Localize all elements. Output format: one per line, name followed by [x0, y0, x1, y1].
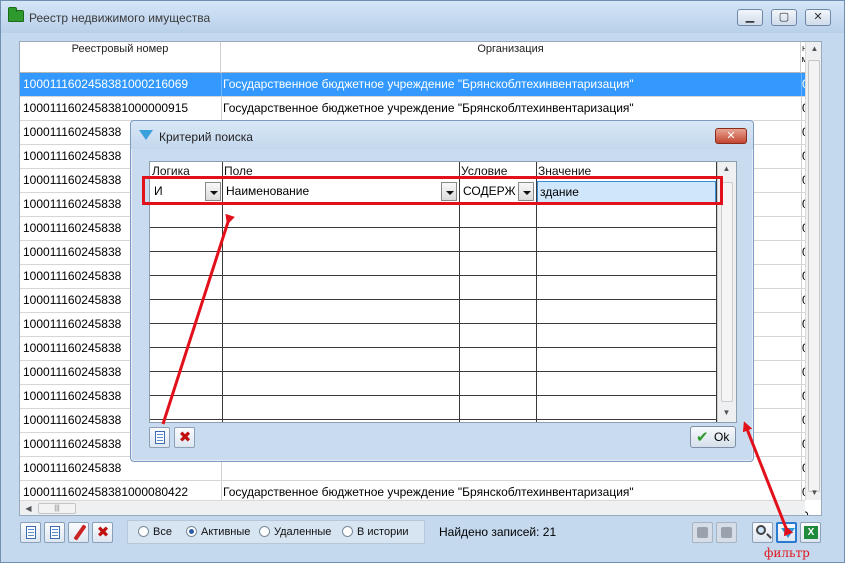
remove-criterion-button[interactable]: ✖	[174, 427, 195, 448]
maximize-button[interactable]: ▢	[771, 9, 797, 26]
cell-organization: Государственное бюджетное учреждение "Бр…	[223, 77, 634, 91]
scroll-up-icon[interactable]: ▲	[806, 44, 821, 53]
vertical-scrollbar[interactable]: ▲ ▼	[805, 42, 821, 500]
edit-record-button[interactable]	[68, 522, 89, 543]
funnel-icon	[781, 528, 795, 538]
excel-icon: X	[804, 526, 818, 539]
column-divider	[801, 73, 802, 96]
criteria-row[interactable]	[150, 276, 717, 300]
criteria-row[interactable]	[150, 372, 717, 396]
copy-record-button[interactable]	[44, 522, 65, 543]
cell-organization: Государственное бюджетное учреждение "Бр…	[223, 101, 634, 115]
criteria-row[interactable]	[150, 204, 717, 228]
column-divider	[801, 361, 802, 384]
column-divider	[801, 337, 802, 360]
radio-dot-icon	[259, 526, 270, 537]
document-icon	[155, 431, 165, 444]
column-divider	[801, 169, 802, 192]
table-header: Реестровый номер Организация н м	[20, 42, 821, 73]
criteria-row[interactable]	[150, 252, 717, 276]
documents-icon	[50, 526, 60, 539]
column-divider	[801, 289, 802, 312]
header-organization[interactable]: Организация	[221, 42, 801, 73]
column-divider	[801, 433, 802, 456]
column-divider	[801, 385, 802, 408]
delete-icon: ✖	[96, 524, 110, 541]
column-divider	[801, 265, 802, 288]
highlight-box	[142, 176, 723, 205]
disabled-action-button-2[interactable]	[716, 522, 737, 543]
disabled-action-button-1[interactable]	[692, 522, 713, 543]
header-registry-number[interactable]: Реестровый номер	[20, 42, 221, 73]
scroll-up-icon[interactable]: ▲	[718, 164, 735, 173]
scroll-down-icon[interactable]: ▼	[806, 488, 821, 497]
ok-label: Ok	[714, 430, 730, 444]
column-divider	[801, 241, 802, 264]
radio-deleted[interactable]: Удаленные	[259, 526, 331, 538]
close-button[interactable]: ✕	[805, 9, 831, 26]
radio-active[interactable]: Активные	[186, 526, 250, 538]
folder-icon	[8, 7, 24, 22]
checkmark-icon: ✔	[696, 429, 709, 446]
table-row[interactable]: 100011160245838100021606​9 Государственно…	[20, 73, 809, 97]
delete-icon: ✖	[178, 429, 192, 446]
column-divider	[801, 97, 802, 120]
radio-history[interactable]: В истории	[342, 526, 408, 538]
filter-button[interactable]	[776, 522, 797, 543]
column-divider	[801, 457, 802, 480]
criteria-row[interactable]	[150, 420, 717, 422]
minimize-button[interactable]: ▁	[737, 9, 763, 26]
pencil-icon	[73, 524, 87, 541]
search-criteria-dialog: Критерий поиска ✕ Логика Поле Условие Зн…	[130, 120, 754, 462]
document-icon	[26, 526, 36, 539]
column-divider	[221, 73, 222, 96]
criteria-row[interactable]	[150, 396, 717, 420]
column-divider	[801, 313, 802, 336]
dialog-title: Критерий поиска	[159, 130, 253, 144]
title-bar[interactable]: Реестр недвижимого имущества ▁ ▢ ✕	[1, 1, 844, 33]
funnel-icon	[139, 130, 153, 140]
records-found: Найдено записей: 21	[439, 525, 557, 539]
column-divider	[221, 97, 222, 120]
dialog-close-button[interactable]: ✕	[715, 128, 747, 144]
horizontal-scrollbar[interactable]: ◀ |||	[20, 500, 805, 515]
radio-dot-icon	[138, 526, 149, 537]
cell-registry-number: 100011160245838100021606​9	[23, 77, 189, 91]
radio-dot-selected-icon	[186, 526, 197, 537]
hscroll-thumb[interactable]: |||	[38, 503, 76, 514]
scroll-thumb[interactable]	[721, 182, 733, 402]
view-record-button[interactable]	[20, 522, 41, 543]
column-divider	[801, 121, 802, 144]
column-divider	[801, 217, 802, 240]
delete-record-button[interactable]: ✖	[92, 522, 113, 543]
column-divider	[801, 145, 802, 168]
table-row[interactable]: 1000111602458381000000915 Государственное…	[20, 97, 809, 121]
column-divider	[801, 409, 802, 432]
criteria-row[interactable]	[150, 300, 717, 324]
add-criterion-button[interactable]	[149, 427, 170, 448]
criteria-row[interactable]	[150, 348, 717, 372]
radio-all[interactable]: Все	[138, 526, 172, 538]
filter-annotation: фильтр	[764, 546, 810, 560]
column-divider	[801, 193, 802, 216]
export-excel-button[interactable]: X	[800, 522, 821, 543]
status-filter: Все Активные Удаленные В истории	[127, 520, 425, 544]
scroll-thumb[interactable]	[808, 60, 820, 492]
radio-dot-icon	[342, 526, 353, 537]
ok-button[interactable]: ✔ Ok	[690, 426, 736, 448]
scroll-down-icon[interactable]: ▼	[718, 408, 735, 417]
cell-registry-number: 1000111602458381000000915	[23, 101, 189, 115]
window-title: Реестр недвижимого имущества	[29, 11, 211, 25]
magnifier-icon	[756, 525, 766, 535]
criteria-row[interactable]	[150, 324, 717, 348]
search-button[interactable]	[752, 522, 773, 543]
scroll-left-icon[interactable]: ◀	[20, 504, 37, 513]
criteria-row[interactable]	[150, 228, 717, 252]
dialog-title-bar[interactable]: Критерий поиска ✕	[131, 121, 753, 149]
